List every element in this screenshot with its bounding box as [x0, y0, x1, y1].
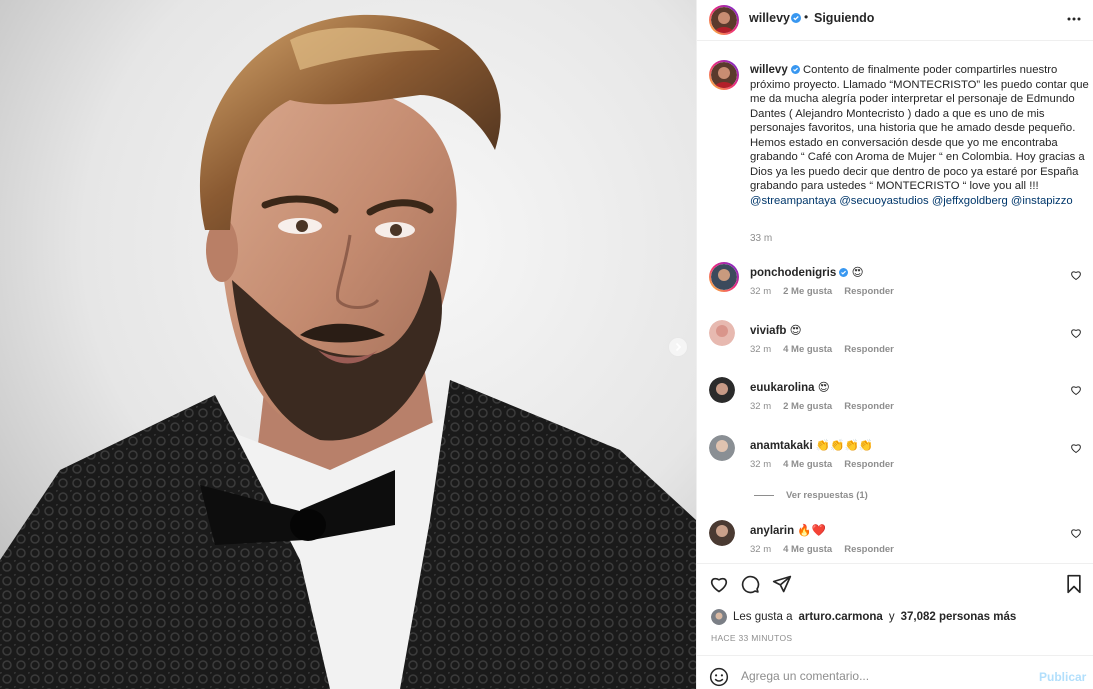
mention-link[interactable]: @instapizzo [1011, 195, 1073, 207]
like-comment-icon[interactable] [1070, 442, 1082, 454]
reply-button[interactable]: Responder [844, 344, 894, 355]
verified-badge-icon [790, 65, 800, 74]
post-modal: willevy • Siguiendo willevy Contento de … [0, 0, 1093, 689]
reply-button[interactable]: Responder [844, 544, 894, 555]
comment-meta: 32 m 4 Me gusta Responder [750, 544, 894, 555]
comment-item: anamtakaki 👏👏👏👏 32 m 4 Me gusta Responde… [709, 435, 1089, 475]
comment-likes[interactable]: 4 Me gusta [783, 344, 832, 355]
comment-meta: 32 m 2 Me gusta Responder [750, 286, 894, 297]
commenter-username[interactable]: euukarolina [750, 382, 815, 394]
like-comment-icon[interactable] [1070, 384, 1082, 396]
view-replies-button[interactable]: Ver respuestas (1) [754, 490, 868, 501]
comment-body: 👏👏👏👏 [815, 440, 874, 452]
liker-username[interactable]: arturo.carmona [798, 611, 882, 623]
add-comment-bar: Publicar [697, 656, 1093, 689]
comment-likes[interactable]: 2 Me gusta [783, 401, 832, 412]
post-photo [0, 0, 696, 689]
publish-button[interactable]: Publicar [1039, 670, 1086, 684]
comment-text: anylarin 🔥❤️ [750, 523, 826, 537]
comment-body: 😍 [817, 382, 830, 394]
mention-link[interactable]: @streampantaya [750, 195, 836, 207]
comment-body: 😍 [789, 325, 802, 337]
more-options-icon[interactable] [1067, 12, 1081, 26]
divider [697, 563, 1093, 564]
comment-meta: 32 m 2 Me gusta Responder [750, 401, 894, 412]
follow-status-button[interactable]: Siguiendo [814, 11, 874, 25]
portrait-illustration [0, 0, 696, 689]
comment-likes[interactable]: 2 Me gusta [783, 286, 832, 297]
reply-button[interactable]: Responder [844, 401, 894, 412]
comment-time[interactable]: 32 m [750, 544, 771, 555]
mention-link[interactable]: @secuoyastudios [839, 195, 928, 207]
author-avatar[interactable] [709, 5, 739, 35]
commenter-username[interactable]: anamtakaki [750, 440, 813, 452]
comment-likes[interactable]: 4 Me gusta [783, 544, 832, 555]
commenter-avatar[interactable] [709, 520, 735, 546]
commenter-username[interactable]: ponchodenigris [750, 267, 836, 279]
separator-dot: • [804, 10, 809, 24]
comment-text: euukarolina 😍 [750, 380, 830, 394]
comment-item: viviafb 😍 32 m 4 Me gusta Responder [709, 320, 1089, 360]
comment-time[interactable]: 32 m [750, 286, 771, 297]
comment-likes[interactable]: 4 Me gusta [783, 459, 832, 470]
like-comment-icon[interactable] [1070, 327, 1082, 339]
next-image-button[interactable] [668, 337, 688, 357]
likes-summary: Les gusta a arturo.carmona y 37,082 pers… [711, 609, 1016, 625]
comment-meta: 32 m 4 Me gusta Responder [750, 459, 894, 470]
verified-badge-icon [791, 13, 801, 23]
comment-time[interactable]: 32 m [750, 401, 771, 412]
comment-item: ponchodenigris 😍 32 m 2 Me gusta Respond… [709, 262, 1089, 302]
commenter-avatar[interactable] [709, 320, 735, 346]
commenter-avatar[interactable] [709, 377, 735, 403]
replies-line [754, 495, 774, 496]
caption-time[interactable]: 33 m [750, 233, 772, 244]
comment-text: ponchodenigris 😍 [750, 265, 864, 279]
caption-author-avatar[interactable] [709, 60, 739, 90]
comment-time[interactable]: 32 m [750, 344, 771, 355]
mention-link[interactable]: @jeffxgoldberg [932, 195, 1008, 207]
commenter-username[interactable]: viviafb [750, 325, 786, 337]
reply-button[interactable]: Responder [844, 286, 894, 297]
save-icon[interactable] [1064, 574, 1084, 594]
liker-avatar[interactable] [711, 609, 727, 625]
comment-text: viviafb 😍 [750, 323, 802, 337]
chevron-right-icon [675, 342, 682, 352]
commenter-avatar[interactable] [709, 435, 735, 461]
comment-meta: 32 m 4 Me gusta Responder [750, 344, 894, 355]
share-icon[interactable] [772, 574, 792, 594]
likes-count[interactable]: 37,082 personas más [901, 611, 1017, 623]
like-comment-icon[interactable] [1070, 269, 1082, 281]
comment-input[interactable] [741, 666, 1021, 686]
author-username[interactable]: willevy [749, 11, 790, 25]
comment-body: 😍 [851, 267, 864, 279]
like-comment-icon[interactable] [1070, 527, 1082, 539]
comment-time[interactable]: 32 m [750, 459, 771, 470]
caption-username[interactable]: willevy [750, 64, 788, 76]
reply-button[interactable]: Responder [844, 459, 894, 470]
caption-body: Contento de finalmente poder compartirle… [750, 64, 1089, 192]
post-header: willevy • Siguiendo [697, 0, 1093, 40]
view-replies-label[interactable]: Ver respuestas (1) [786, 490, 868, 501]
divider [697, 40, 1093, 41]
comment-item: euukarolina 😍 32 m 2 Me gusta Responder [709, 377, 1089, 417]
commenter-avatar[interactable] [709, 262, 739, 292]
post-actions-bar [709, 574, 1089, 598]
comment-body: 🔥❤️ [797, 525, 826, 537]
like-icon[interactable] [709, 574, 729, 594]
commenter-username[interactable]: anylarin [750, 525, 794, 537]
caption-text: willevy Contento de finalmente poder com… [750, 63, 1093, 208]
comment-item: anylarin 🔥❤️ 32 m 4 Me gusta Responder [709, 520, 1089, 560]
emoji-icon[interactable] [709, 667, 729, 687]
verified-badge-icon [839, 268, 849, 277]
comment-text: anamtakaki 👏👏👏👏 [750, 438, 873, 452]
post-sidebar: willevy • Siguiendo willevy Contento de … [696, 0, 1093, 689]
likes-connector: y [888, 611, 895, 623]
post-time[interactable]: HACE 33 MINUTOS [711, 633, 792, 643]
likes-prefix: Les gusta a [733, 611, 793, 623]
comment-icon[interactable] [740, 574, 760, 594]
